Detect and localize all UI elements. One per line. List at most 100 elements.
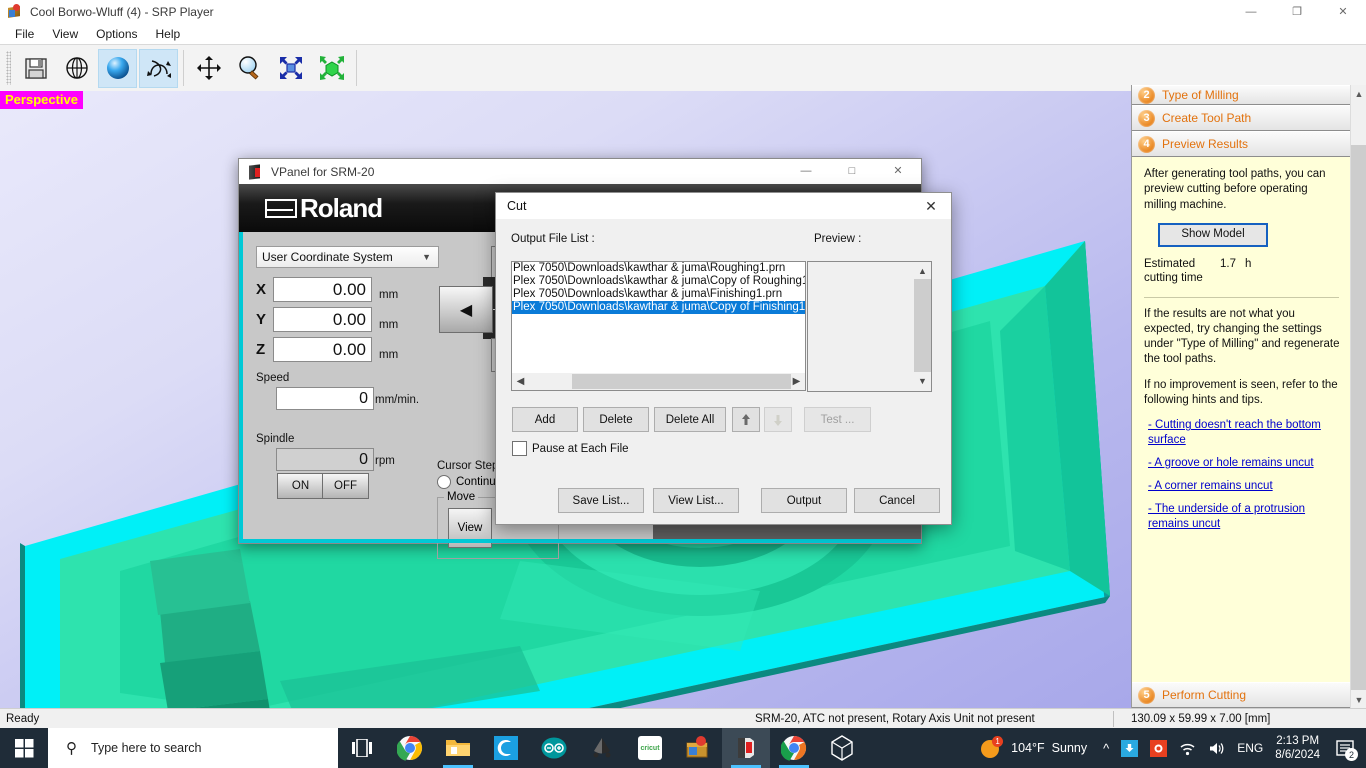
- scroll-left-icon[interactable]: ◀: [512, 374, 529, 389]
- sphere-render-icon[interactable]: [98, 48, 137, 88]
- axis-value-y[interactable]: 0.00: [273, 307, 372, 332]
- cura-icon[interactable]: [482, 728, 530, 768]
- output-file-list[interactable]: Plex 7050\Downloads\kawthar & juma\Rough…: [511, 261, 806, 375]
- preview-scrollbar-thumb[interactable]: [914, 279, 931, 372]
- coordinate-system-value: User Coordinate System: [262, 250, 393, 264]
- notification-center-icon[interactable]: 2: [1336, 739, 1358, 761]
- language-indicator[interactable]: ENG: [1237, 741, 1263, 755]
- chevron-up-icon[interactable]: ^: [1103, 741, 1109, 756]
- cut-dialog-close-button[interactable]: ✕: [911, 193, 951, 219]
- list-item[interactable]: Plex 7050\Downloads\kawthar & juma\Finis…: [512, 288, 805, 301]
- checkbox-icon[interactable]: [512, 441, 527, 456]
- delete-button[interactable]: Delete: [583, 407, 649, 432]
- list-item[interactable]: Plex 7050\Downloads\kawthar & juma\Copy …: [512, 275, 805, 288]
- tip-link-groove-hole[interactable]: - A groove or hole remains uncut: [1148, 456, 1343, 471]
- scroll-up-icon[interactable]: ▲: [1351, 85, 1366, 102]
- spindle-on-button[interactable]: ON: [277, 473, 324, 499]
- vpanel-title: VPanel for SRM-20: [271, 164, 375, 179]
- radio-icon[interactable]: [437, 475, 451, 489]
- list-item-selected[interactable]: Plex 7050\Downloads\kawthar & juma\Copy …: [512, 301, 805, 314]
- fit-to-window-icon[interactable]: [271, 49, 310, 88]
- delete-all-button[interactable]: Delete All: [654, 407, 726, 432]
- scroll-right-icon[interactable]: ▶: [788, 374, 805, 389]
- chrome-icon[interactable]: [386, 728, 434, 768]
- cancel-button[interactable]: Cancel: [854, 488, 940, 513]
- vpanel-minimize-button[interactable]: —: [783, 159, 829, 182]
- step-header-preview-results[interactable]: 4 Preview Results: [1132, 131, 1351, 157]
- menu-view[interactable]: View: [43, 25, 87, 43]
- security-icon[interactable]: [1150, 739, 1168, 757]
- scroll-down-icon[interactable]: ▼: [1351, 691, 1366, 708]
- cricut-label: cricut: [640, 744, 660, 752]
- minimize-button[interactable]: —: [1228, 0, 1274, 23]
- move-up-icon[interactable]: [732, 407, 760, 432]
- onedrive-icon[interactable]: [1121, 739, 1139, 757]
- rotate-icon[interactable]: [139, 48, 178, 88]
- jog-left-button[interactable]: ◀: [439, 286, 493, 333]
- menu-file[interactable]: File: [6, 25, 43, 43]
- output-file-list-label: Output File List :: [511, 233, 595, 245]
- coordinate-system-select[interactable]: User Coordinate System ▼: [256, 246, 439, 268]
- save-icon[interactable]: [16, 49, 55, 88]
- view-list-button[interactable]: View List...: [653, 488, 739, 513]
- troubleshoot-text-1: If the results are not what you expected…: [1144, 307, 1340, 366]
- output-button[interactable]: Output: [761, 488, 847, 513]
- pause-at-each-file-checkbox-row[interactable]: Pause at Each File: [512, 441, 629, 456]
- wizard-panel-scrollbar[interactable]: ▲ ▼: [1350, 85, 1366, 708]
- close-button[interactable]: ✕: [1320, 0, 1366, 23]
- intro-text: After generating tool paths, you can pre…: [1144, 168, 1326, 211]
- speed-label: Speed: [256, 372, 290, 384]
- axis-value-z[interactable]: 0.00: [273, 337, 372, 362]
- menu-help[interactable]: Help: [147, 25, 190, 43]
- task-view-icon[interactable]: [338, 728, 386, 768]
- zoom-to-object-icon[interactable]: [312, 49, 351, 88]
- srp-player-icon[interactable]: [674, 728, 722, 768]
- file-explorer-icon[interactable]: [434, 728, 482, 768]
- vpanel-icon[interactable]: [722, 728, 770, 768]
- globe-icon[interactable]: [57, 49, 96, 88]
- tip-link-protrusion[interactable]: - The underside of a protrusion remains …: [1148, 502, 1343, 532]
- step-header-create-tool-path[interactable]: 3 Create Tool Path: [1132, 105, 1351, 131]
- network-icon[interactable]: [1179, 741, 1196, 756]
- axis-label-x: X: [256, 281, 267, 298]
- cricut-icon[interactable]: cricut: [626, 728, 674, 768]
- axis-row-x: X 0.00 mm: [256, 277, 398, 302]
- weather-widget[interactable]: 1 104°F Sunny: [979, 736, 1087, 760]
- tip-link-bottom-surface[interactable]: - Cutting doesn't reach the bottom surfa…: [1148, 418, 1343, 448]
- add-button[interactable]: Add: [512, 407, 578, 432]
- axis-label-z: Z: [256, 341, 266, 358]
- toolbar-grip[interactable]: [6, 51, 11, 85]
- volume-icon[interactable]: [1208, 741, 1225, 756]
- axis-value-x[interactable]: 0.00: [273, 277, 372, 302]
- spindle-off-button[interactable]: OFF: [322, 473, 369, 499]
- list-item[interactable]: Plex 7050\Downloads\kawthar & juma\Rough…: [512, 262, 805, 275]
- search-input[interactable]: ⚲ Type here to search: [48, 728, 338, 768]
- step-header-perform-cutting[interactable]: 5 Perform Cutting: [1132, 682, 1351, 708]
- menu-options[interactable]: Options: [87, 25, 146, 43]
- 3d-builder-icon[interactable]: [818, 728, 866, 768]
- step-header-type-of-milling[interactable]: 2 Type of Milling: [1132, 85, 1351, 105]
- preview-scroll-down-icon[interactable]: ▼: [914, 372, 931, 389]
- cut-dialog[interactable]: Cut ✕ Output File List : Preview : Plex …: [495, 192, 952, 525]
- maximize-button[interactable]: ❐: [1274, 0, 1320, 23]
- srp-player-window: Cool Borwo-Wluff (4) - SRP Player — ❐ ✕ …: [0, 0, 1366, 708]
- chrome-beta-icon[interactable]: [770, 728, 818, 768]
- taskbar-clock[interactable]: 2:13 PM 8/6/2024: [1275, 734, 1320, 763]
- save-list-button[interactable]: Save List...: [558, 488, 644, 513]
- inkscape-icon[interactable]: [578, 728, 626, 768]
- vpanel-title-bar: VPanel for SRM-20 — □ ✕: [239, 159, 921, 184]
- scrollbar-thumb[interactable]: [1351, 145, 1366, 690]
- preview-scrollbar[interactable]: ▲ ▼: [914, 262, 931, 389]
- start-icon[interactable]: [0, 728, 48, 768]
- arduino-icon[interactable]: [530, 728, 578, 768]
- preview-scroll-up-icon[interactable]: ▲: [914, 262, 931, 279]
- file-list-horizontal-scrollbar[interactable]: ◀ ▶: [511, 373, 806, 391]
- tip-link-corner[interactable]: - A corner remains uncut: [1148, 479, 1343, 494]
- vpanel-maximize-button[interactable]: □: [829, 159, 875, 182]
- vpanel-close-button[interactable]: ✕: [875, 159, 921, 182]
- pan-icon[interactable]: [189, 49, 228, 88]
- hscrollbar-thumb[interactable]: [572, 374, 791, 389]
- show-model-button[interactable]: Show Model: [1158, 222, 1268, 247]
- zoom-icon[interactable]: [230, 49, 269, 88]
- speed-value[interactable]: 0: [276, 387, 374, 410]
